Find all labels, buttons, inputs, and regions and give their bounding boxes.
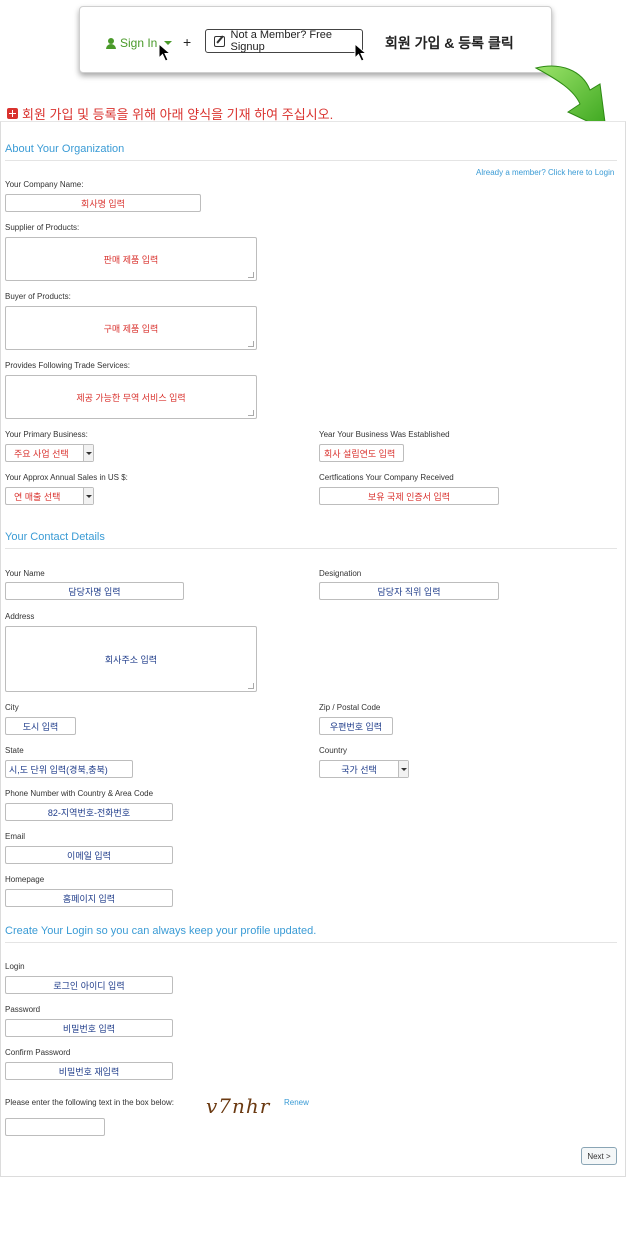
- sign-in-label: Sign In: [120, 36, 158, 50]
- company-name-label: Your Company Name:: [5, 180, 84, 189]
- captcha-label: Please enter the following text in the b…: [5, 1098, 174, 1107]
- chevron-down-icon: [83, 488, 93, 504]
- mouse-cursor-icon: [158, 43, 172, 62]
- country-label: Country: [319, 746, 348, 755]
- free-signup-button[interactable]: Not a Member? Free Signup: [205, 29, 363, 53]
- country-select[interactable]: 국가 선택: [319, 760, 409, 778]
- user-icon: [106, 37, 116, 49]
- plus-square-icon: [7, 108, 18, 119]
- chevron-down-icon: [83, 445, 93, 461]
- section-divider: [5, 160, 617, 161]
- captcha-input[interactable]: [5, 1118, 105, 1136]
- mouse-cursor-icon: [354, 43, 368, 62]
- password-input[interactable]: 비밀번호 입력: [5, 1019, 173, 1037]
- your-name-label: Your Name: [5, 569, 45, 578]
- homepage-input[interactable]: 홈페이지 입력: [5, 889, 173, 907]
- login-input[interactable]: 로그인 아이디 입력: [5, 976, 173, 994]
- company-name-input[interactable]: 회사명 입력: [5, 194, 201, 212]
- city-label: City: [5, 703, 19, 712]
- state-input[interactable]: 시,도 단위 입력(경북,충북): [5, 760, 133, 778]
- your-name-input[interactable]: 담당자명 입력: [5, 582, 184, 600]
- country-value: 국가 선택: [341, 764, 377, 775]
- zip-input[interactable]: 우편번호 입력: [319, 717, 393, 735]
- section-title-contact: Your Contact Details: [5, 531, 105, 543]
- free-signup-label: Not a Member? Free Signup: [230, 29, 333, 53]
- primary-business-value: 주요 사업 선택: [14, 448, 69, 459]
- buyer-textarea[interactable]: 구매 제품 입력: [5, 306, 257, 350]
- annual-sales-value: 연 매출 선택: [14, 491, 61, 502]
- email-input[interactable]: 이메일 입력: [5, 846, 173, 864]
- trade-services-textarea[interactable]: 제공 가능한 무역 서비스 입력: [5, 375, 257, 419]
- phone-label: Phone Number with Country & Area Code: [5, 789, 154, 798]
- section-title-login: Create Your Login so you can always keep…: [5, 925, 317, 937]
- edit-icon: [214, 35, 225, 47]
- login-link[interactable]: Already a member? Click here to Login: [476, 168, 614, 177]
- section-title-organization: About Your Organization: [5, 143, 125, 155]
- captcha-renew-link[interactable]: Renew: [284, 1098, 309, 1107]
- address-textarea[interactable]: 회사주소 입력: [5, 626, 257, 692]
- zip-label: Zip / Postal Code: [319, 703, 381, 712]
- chevron-down-icon: [398, 761, 408, 777]
- primary-business-select[interactable]: 주요 사업 선택: [5, 444, 94, 462]
- phone-input[interactable]: 82-지역번호-전화번호: [5, 803, 173, 821]
- annual-sales-select[interactable]: 연 매출 선택: [5, 487, 94, 505]
- buyer-label: Buyer of Products:: [5, 292, 71, 301]
- certifications-label: Certfications Your Company Received: [319, 473, 454, 482]
- year-established-input[interactable]: 회사 설립연도 입력: [319, 444, 404, 462]
- section-divider: [5, 942, 617, 943]
- section-divider: [5, 548, 617, 549]
- designation-input[interactable]: 담당자 직위 입력: [319, 582, 499, 600]
- annual-sales-label: Your Approx Annual Sales in US $:: [5, 473, 128, 482]
- supplier-label: Supplier of Products:: [5, 223, 80, 232]
- captcha-image: v7nhr: [206, 1094, 271, 1118]
- supplier-textarea[interactable]: 판매 제품 입력: [5, 237, 257, 281]
- certifications-input[interactable]: 보유 국제 인증서 입력: [319, 487, 499, 505]
- state-label: State: [5, 746, 24, 755]
- year-established-label: Year Your Business Was Established: [319, 430, 450, 439]
- password-label: Password: [5, 1005, 41, 1014]
- trade-services-label: Provides Following Trade Services:: [5, 361, 130, 370]
- plus-sign: +: [183, 34, 192, 50]
- callout-instruction: 회원 가입 & 등록 클릭: [385, 35, 514, 51]
- signup-callout: Sign In + Not a Member? Free Signup 회원 가…: [79, 6, 552, 73]
- address-label: Address: [5, 612, 35, 621]
- email-label: Email: [5, 832, 26, 841]
- confirm-password-input[interactable]: 비밀번호 재입력: [5, 1062, 173, 1080]
- primary-business-label: Your Primary Business:: [5, 430, 88, 439]
- login-label: Login: [5, 962, 25, 971]
- designation-label: Designation: [319, 569, 362, 578]
- city-input[interactable]: 도시 입력: [5, 717, 76, 735]
- homepage-label: Homepage: [5, 875, 45, 884]
- confirm-password-label: Confirm Password: [5, 1048, 71, 1057]
- next-button[interactable]: Next >: [581, 1147, 617, 1165]
